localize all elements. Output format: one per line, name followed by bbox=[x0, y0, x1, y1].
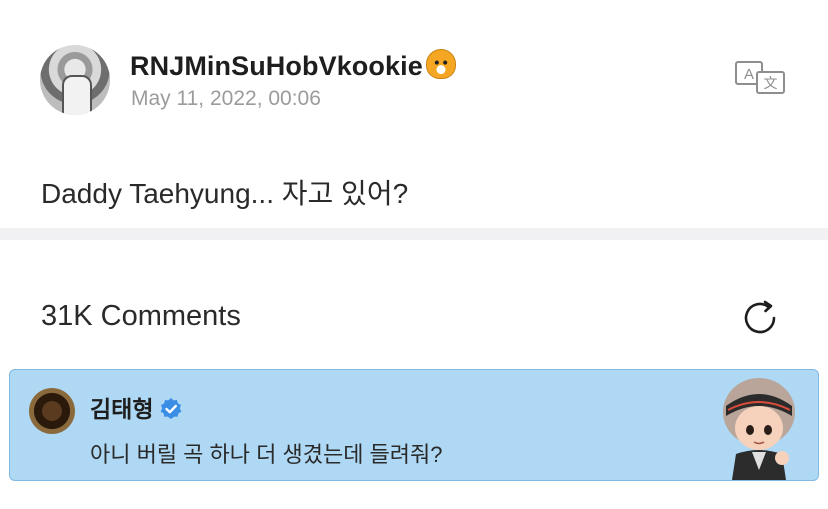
verified-badge-icon bbox=[161, 398, 182, 419]
translate-button[interactable]: A 文 bbox=[735, 61, 787, 95]
highlighted-comment[interactable]: 김태형 아니 버릴 곡 하나 더 생겼는데 들려줘? bbox=[9, 369, 819, 481]
svg-text:文: 文 bbox=[764, 76, 778, 92]
tiger-face-icon bbox=[425, 49, 456, 79]
post-timestamp: May 11, 2022, 00:06 bbox=[131, 87, 321, 110]
post-header: RNJMinSuHobVkookie May 11, 2022, 00:06 A… bbox=[40, 45, 790, 117]
character-sticker-icon bbox=[723, 378, 795, 480]
username-text: RNJMinSuHobVkookie bbox=[130, 51, 423, 81]
comment-author-name: 김태형 bbox=[90, 396, 154, 422]
comment-author[interactable]: 김태형 bbox=[90, 390, 183, 424]
refresh-icon bbox=[744, 300, 776, 334]
user-avatar[interactable] bbox=[40, 45, 110, 115]
svg-text:A: A bbox=[744, 66, 754, 83]
comments-count-title: 31K Comments bbox=[41, 300, 241, 332]
comment-avatar[interactable] bbox=[29, 388, 75, 434]
comment-text: 아니 버릴 곡 하나 더 생겼는데 들려줘? bbox=[90, 442, 443, 467]
section-divider bbox=[0, 228, 828, 240]
translate-icon: A 文 bbox=[735, 61, 785, 94]
refresh-button[interactable] bbox=[740, 298, 780, 338]
post-body-text: Daddy Taehyung... 자고 있어? bbox=[41, 178, 409, 209]
post-username[interactable]: RNJMinSuHobVkookie bbox=[130, 49, 456, 82]
